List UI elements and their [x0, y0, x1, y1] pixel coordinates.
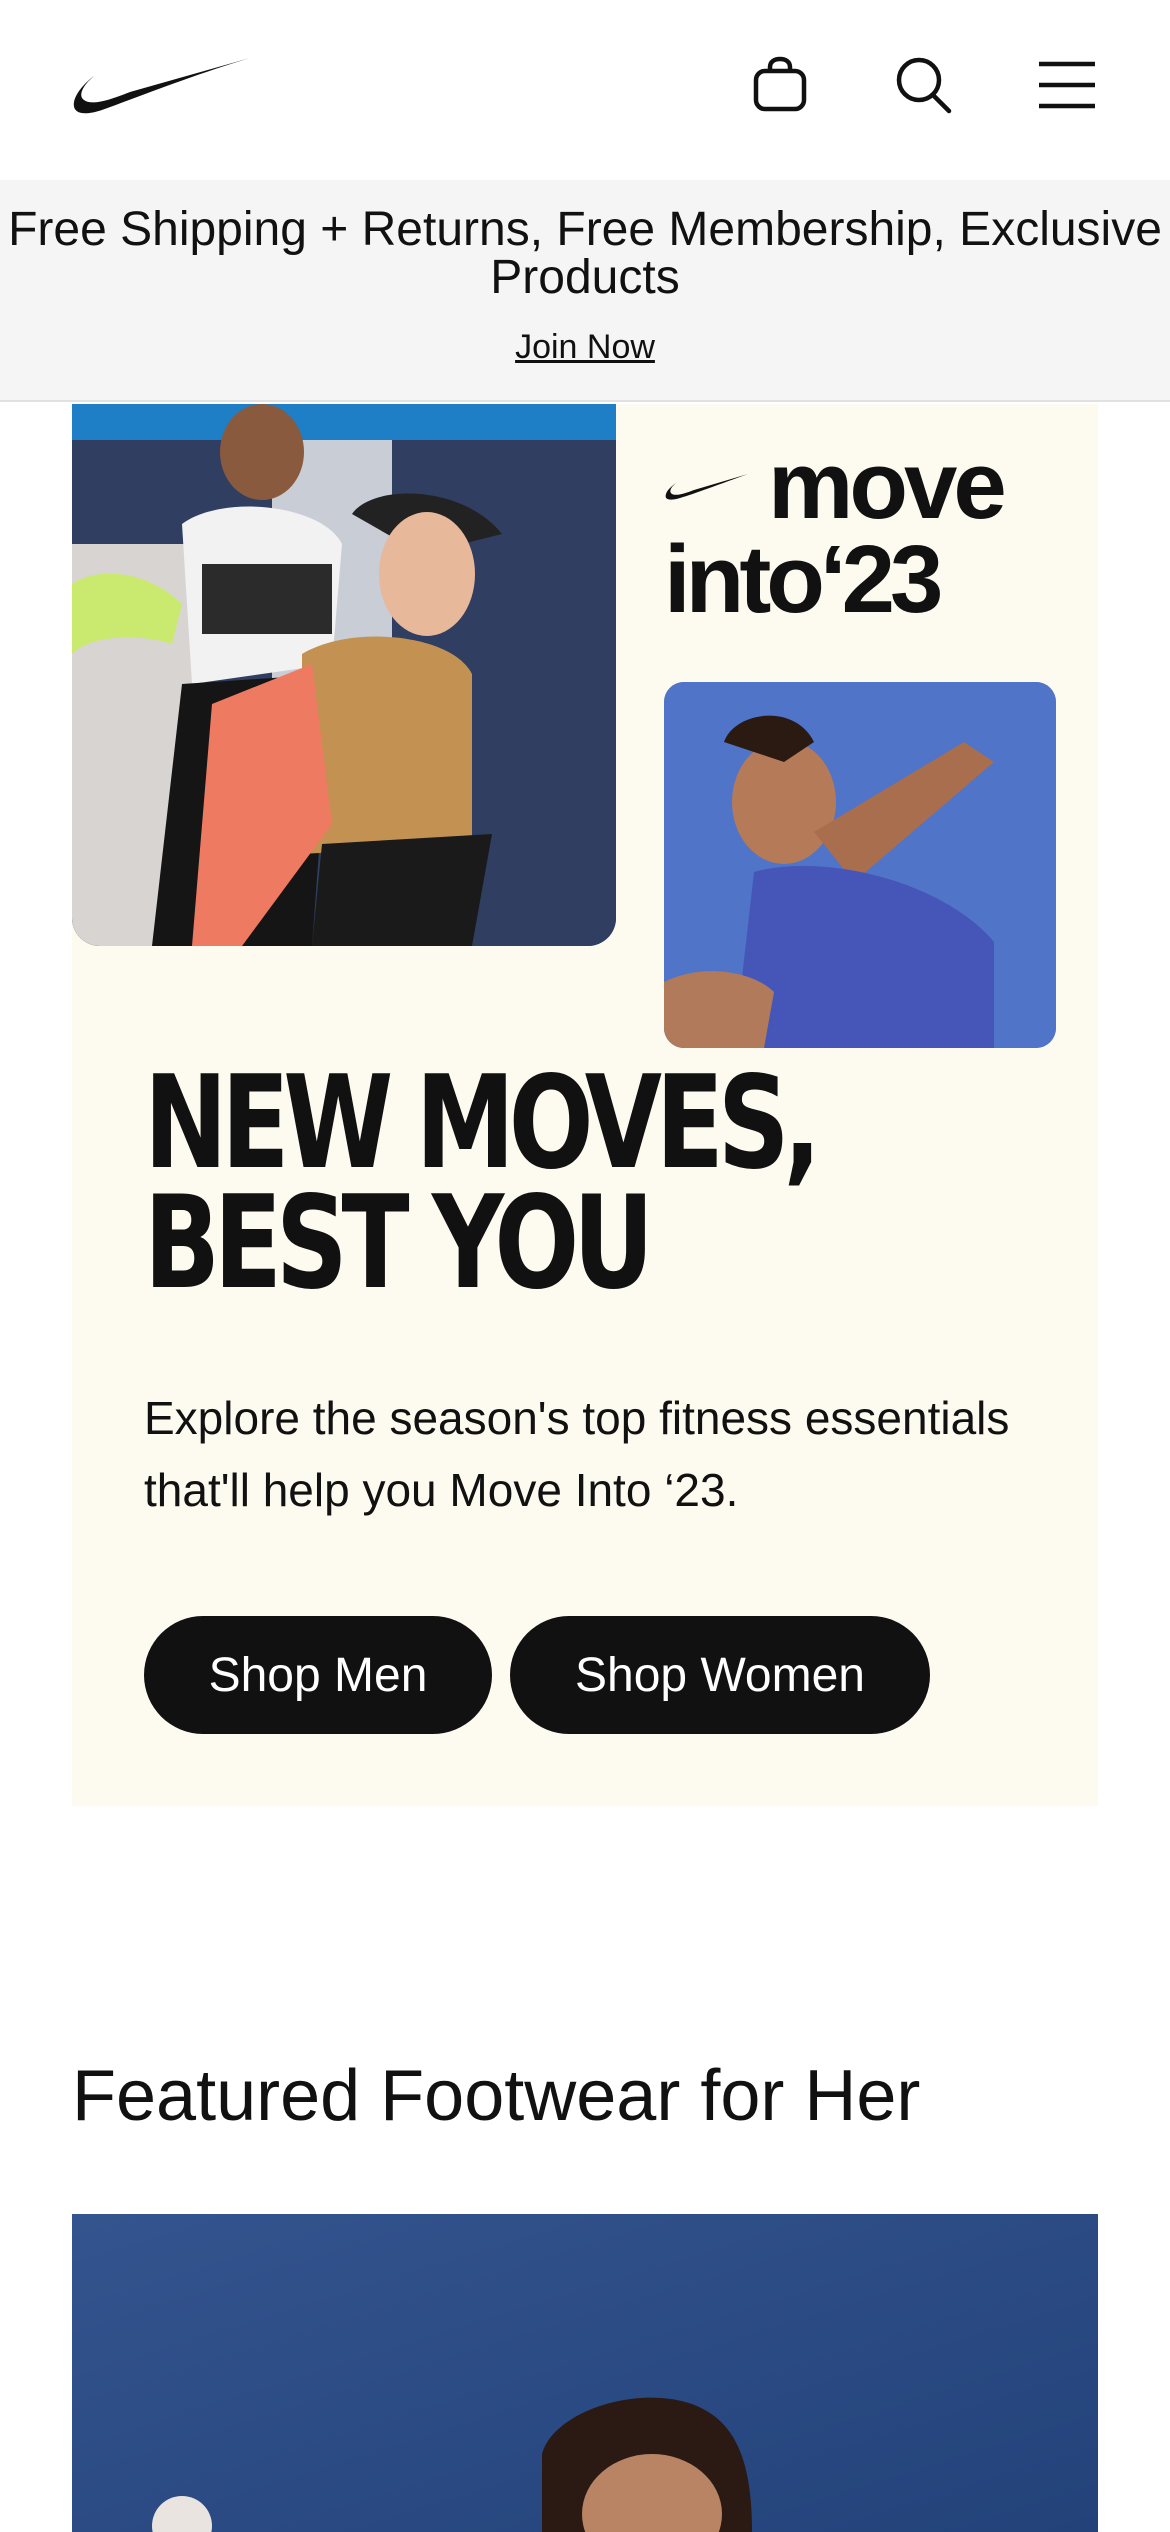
shop-men-button[interactable]: Shop Men [144, 1616, 492, 1734]
shopping-bag-icon[interactable] [745, 50, 815, 120]
nike-logo[interactable] [70, 52, 254, 124]
featured-footwear-heading: Featured Footwear for Her [72, 2056, 921, 2136]
headline-line-2: BEST YOU [144, 1169, 654, 1318]
swoosh-icon [665, 474, 748, 500]
brand-text-move: move [768, 432, 1007, 539]
search-icon[interactable] [888, 50, 958, 120]
promo-text: Free Shipping + Returns, Free Membership… [8, 203, 1162, 304]
promo-banner: Free Shipping + Returns, Free Membership… [0, 180, 1170, 402]
join-now-link[interactable]: Join Now [0, 328, 1170, 367]
runners-photo [72, 404, 616, 946]
site-header [0, 0, 1170, 180]
hamburger-menu-icon[interactable] [1032, 50, 1102, 120]
shop-women-button[interactable]: Shop Women [510, 1616, 930, 1734]
hero-headline: NEW MOVES, BEST YOU [144, 1049, 846, 1318]
hero-section: move into‘23 NEW MOVES, BEST YOU Explore… [72, 404, 1098, 1806]
stretching-woman-photo [664, 682, 1056, 1048]
swoosh-icon [73, 58, 250, 114]
brand-text-into-23: into‘23 [664, 526, 943, 633]
hero-description: Explore the season's top fitness essenti… [144, 1392, 1010, 1516]
headline-line-1: NEW MOVES, [144, 1049, 821, 1198]
featured-footwear-photo[interactable] [72, 2214, 1098, 2532]
move-into-23-brand-mark: move into‘23 [664, 438, 1094, 633]
